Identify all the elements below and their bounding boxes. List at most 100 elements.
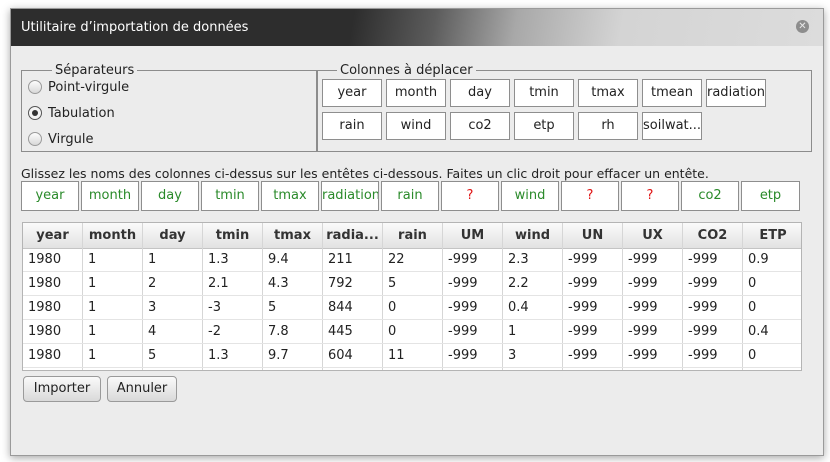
table-cell[interactable] — [203, 368, 263, 370]
table-cell[interactable]: 4 — [143, 320, 203, 343]
table-cell[interactable]: 3 — [503, 344, 563, 367]
table-cell[interactable]: -999 — [563, 248, 623, 271]
column-chip-tmean[interactable]: tmean — [642, 79, 702, 107]
table-cell[interactable]: 5 — [143, 344, 203, 367]
table-cell[interactable]: 0.4 — [503, 296, 563, 319]
table-cell[interactable]: 2.2 — [503, 272, 563, 295]
table-cell[interactable]: -999 — [443, 320, 503, 343]
table-cell[interactable]: 7.8 — [263, 320, 323, 343]
table-cell[interactable]: -999 — [443, 296, 503, 319]
header-slot-6[interactable]: radiation — [321, 181, 379, 211]
table-row[interactable]: 1980 1 2 2.1 4.3 792 5 -999 2.2 -999 -999 -999 0 — [23, 272, 801, 296]
radio-circle-selected-icon[interactable] — [28, 106, 42, 120]
table-header[interactable]: rain — [383, 223, 443, 248]
table-cell[interactable]: 1 — [83, 344, 143, 367]
table-cell[interactable]: -999 — [683, 272, 743, 295]
table-cell[interactable]: 1980 — [23, 296, 83, 319]
table-row[interactable]: 1980 1 1 1.3 9.4 211 22 -999 2.3 -999 -999 -999 0.9 — [23, 248, 801, 272]
table-cell[interactable]: 22 — [383, 248, 443, 271]
table-cell[interactable] — [743, 368, 801, 370]
table-cell[interactable]: 3 — [143, 296, 203, 319]
column-chip-rh[interactable]: rh — [578, 112, 638, 140]
table-cell[interactable]: 1 — [83, 248, 143, 271]
table-header[interactable]: UN — [563, 223, 623, 248]
cancel-button[interactable]: Annuler — [107, 376, 177, 402]
table-cell[interactable]: 0 — [743, 296, 801, 319]
table-cell[interactable]: 0 — [743, 344, 801, 367]
radio-virgule[interactable]: Virgule — [28, 130, 93, 148]
header-slot-12[interactable]: co2 — [681, 181, 739, 211]
data-preview-table[interactable]: year month day tmin tmax radia... rain U… — [22, 222, 802, 371]
table-cell[interactable]: 1 — [503, 320, 563, 343]
header-slot-1[interactable]: year — [21, 181, 79, 211]
table-cell[interactable] — [683, 368, 743, 370]
table-cell[interactable]: -999 — [623, 272, 683, 295]
header-slot-2[interactable]: month — [81, 181, 139, 211]
header-slot-13[interactable]: etp — [741, 181, 800, 211]
header-slot-11[interactable]: ? — [621, 181, 679, 211]
table-cell[interactable]: 2.3 — [503, 248, 563, 271]
table-row[interactable]: 1980 1 3 -3 5 844 0 -999 0.4 -999 -999 -999 0 — [23, 296, 801, 320]
table-cell[interactable]: -999 — [623, 248, 683, 271]
header-slot-9[interactable]: wind — [501, 181, 559, 211]
table-header[interactable]: day — [143, 223, 203, 248]
table-cell[interactable] — [263, 368, 323, 370]
table-cell[interactable]: 211 — [323, 248, 383, 271]
table-cell[interactable]: 1.3 — [203, 344, 263, 367]
table-cell[interactable]: 1.3 — [203, 248, 263, 271]
header-slot-10[interactable]: ? — [561, 181, 619, 211]
table-cell[interactable] — [83, 368, 143, 370]
table-cell[interactable] — [623, 368, 683, 370]
import-button[interactable]: Importer — [23, 376, 101, 402]
table-cell[interactable]: -999 — [563, 344, 623, 367]
table-cell[interactable]: 604 — [323, 344, 383, 367]
table-cell[interactable]: 1 — [83, 296, 143, 319]
table-cell[interactable]: 5 — [263, 296, 323, 319]
table-row[interactable]: 1980 1 4 -2 7.8 445 0 -999 1 -999 -999 -999 0.4 — [23, 320, 801, 344]
column-chip-month[interactable]: month — [386, 79, 446, 107]
column-chip-day[interactable]: day — [450, 79, 510, 107]
table-cell[interactable]: 1 — [83, 272, 143, 295]
table-cell[interactable]: -999 — [623, 296, 683, 319]
table-header[interactable]: ETP — [743, 223, 801, 248]
table-cell[interactable]: -999 — [683, 296, 743, 319]
table-cell[interactable]: -2 — [203, 320, 263, 343]
table-cell[interactable] — [383, 368, 443, 370]
table-row[interactable]: 1980 1 5 1.3 9.7 604 11 -999 3 -999 -999 -999 0 — [23, 344, 801, 368]
table-cell[interactable]: -999 — [623, 320, 683, 343]
table-cell[interactable]: -999 — [683, 344, 743, 367]
table-cell[interactable]: 0 — [743, 272, 801, 295]
header-slot-3[interactable]: day — [141, 181, 199, 211]
table-cell[interactable]: -999 — [563, 320, 623, 343]
table-cell[interactable] — [443, 368, 503, 370]
table-cell[interactable]: 1980 — [23, 344, 83, 367]
table-cell[interactable]: 1980 — [23, 248, 83, 271]
table-cell[interactable]: -3 — [203, 296, 263, 319]
table-cell[interactable]: 0 — [383, 320, 443, 343]
column-chip-co2[interactable]: co2 — [450, 112, 510, 140]
radio-point-virgule[interactable]: Point-virgule — [28, 78, 129, 96]
table-cell[interactable]: 11 — [383, 344, 443, 367]
table-cell[interactable] — [143, 368, 203, 370]
table-cell[interactable]: -999 — [563, 296, 623, 319]
column-chip-rain[interactable]: rain — [322, 112, 382, 140]
table-cell[interactable]: -999 — [683, 248, 743, 271]
table-cell[interactable]: 1980 — [23, 320, 83, 343]
header-slot-8[interactable]: ? — [441, 181, 499, 211]
table-cell[interactable]: 5 — [383, 272, 443, 295]
header-slot-5[interactable]: tmax — [261, 181, 319, 211]
table-cell[interactable]: 1980 — [23, 272, 83, 295]
table-header[interactable]: month — [83, 223, 143, 248]
column-chip-etp[interactable]: etp — [514, 112, 574, 140]
table-cell[interactable] — [323, 368, 383, 370]
table-cell[interactable]: 792 — [323, 272, 383, 295]
table-cell[interactable]: 1 — [143, 248, 203, 271]
table-header[interactable]: CO2 — [683, 223, 743, 248]
table-header[interactable]: radia... — [323, 223, 383, 248]
table-cell[interactable]: 4.3 — [263, 272, 323, 295]
table-cell[interactable]: 2 — [143, 272, 203, 295]
column-chip-tmin[interactable]: tmin — [514, 79, 574, 107]
table-row[interactable] — [23, 368, 801, 370]
header-slot-7[interactable]: rain — [381, 181, 439, 211]
table-cell[interactable]: 844 — [323, 296, 383, 319]
